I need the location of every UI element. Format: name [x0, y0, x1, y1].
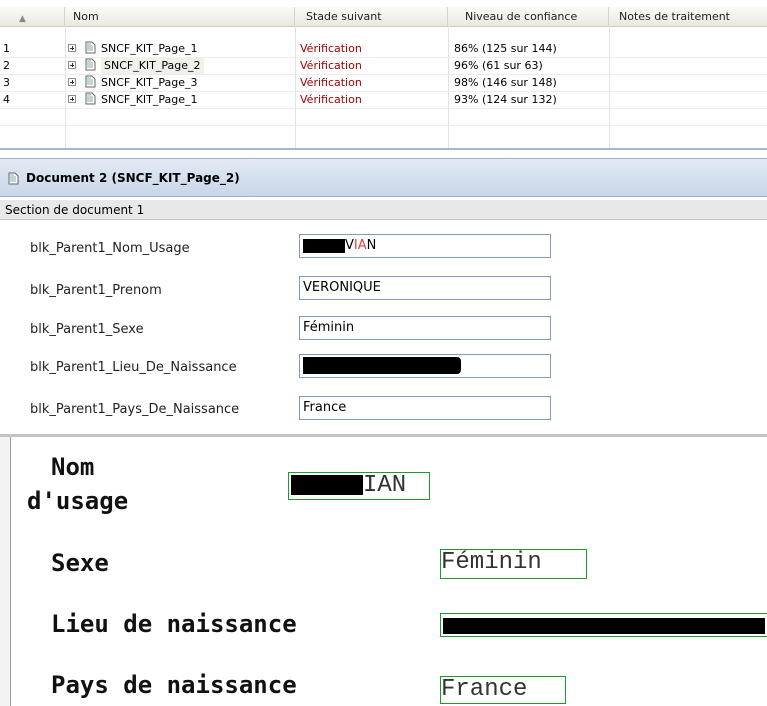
- section-header: Section de document 1: [0, 200, 767, 220]
- table-row: [0, 108, 767, 126]
- grid-header: ▲ Nom Stade suivant Niveau de confiance …: [0, 7, 767, 27]
- ocr-text: IAN: [363, 472, 407, 499]
- field-value-highlight: IA: [353, 238, 367, 253]
- expand-icon[interactable]: [68, 61, 76, 69]
- redaction-block: [443, 617, 765, 634]
- table-row[interactable]: 3 SNCF_KIT_Page_3 Vérification 98% (146 …: [0, 74, 767, 92]
- field-label: blk_Parent1_Nom_Usage: [30, 241, 190, 256]
- row-confidence: 93% (124 sur 132): [454, 93, 557, 106]
- row-name: SNCF_KIT_Page_3: [101, 76, 198, 89]
- row-stage: Vérification: [300, 93, 362, 106]
- scan-text-nom: Nom: [51, 453, 95, 481]
- row-number: 2: [3, 59, 10, 72]
- document-grid: ▲ Nom Stade suivant Niveau de confiance …: [0, 0, 767, 150]
- document-icon: [85, 41, 96, 54]
- row-number: 1: [3, 42, 10, 55]
- column-header-confidence[interactable]: Niveau de confiance: [448, 7, 609, 26]
- row-stage: Vérification: [300, 76, 362, 89]
- field-value-part: V: [345, 238, 354, 253]
- row-name: SNCF_KIT_Page_1: [101, 42, 198, 55]
- document-icon: [85, 75, 96, 88]
- table-row[interactable]: 2 SNCF_KIT_Page_2 Vérification 96% (61 s…: [0, 57, 767, 75]
- row-name: SNCF_KIT_Page_2: [101, 57, 204, 74]
- row-number: 3: [3, 76, 10, 89]
- scan-text-usage: d'usage: [27, 487, 129, 515]
- field-label: blk_Parent1_Sexe: [30, 322, 144, 337]
- ocr-box-nom[interactable]: IAN: [288, 472, 430, 500]
- document-image-preview[interactable]: Nom d'usage IAN Sexe Féminin Lieu de nai…: [10, 437, 767, 706]
- field-value-part: N: [366, 238, 377, 253]
- field-label: blk_Parent1_Prenom: [30, 283, 162, 298]
- sort-up-icon: ▲: [19, 14, 26, 24]
- column-header-next-stage[interactable]: Stade suivant: [295, 7, 448, 26]
- pays-naissance-input[interactable]: France: [299, 396, 551, 420]
- row-stage: Vérification: [300, 42, 362, 55]
- redaction-block: [303, 238, 345, 253]
- column-header-name[interactable]: Nom: [65, 7, 295, 26]
- row-name: SNCF_KIT_Page_1: [101, 93, 198, 106]
- row-confidence: 96% (61 sur 63): [454, 59, 543, 72]
- row-confidence: 86% (125 sur 144): [454, 42, 557, 55]
- ocr-box-sexe[interactable]: Féminin: [440, 549, 587, 579]
- scan-text-pays: Pays de naissance: [51, 671, 297, 699]
- sexe-input[interactable]: Féminin: [299, 316, 551, 340]
- redaction-block: [291, 474, 363, 495]
- table-row[interactable]: 1 SNCF_KIT_Page_1 Vérification 86% (125 …: [0, 40, 767, 58]
- expand-icon[interactable]: [68, 95, 76, 103]
- column-header-notes[interactable]: Notes de traitement: [609, 7, 767, 26]
- document-header: Document 2 (SNCF_KIT_Page_2): [0, 158, 767, 197]
- nom-usage-input[interactable]: VIAN: [299, 234, 551, 258]
- lieu-naissance-input[interactable]: [299, 354, 551, 378]
- scan-text-lieu: Lieu de naissance: [51, 610, 297, 638]
- document-icon: [85, 58, 96, 71]
- document-icon: [85, 92, 96, 105]
- document-title: Document 2 (SNCF_KIT_Page_2): [26, 171, 240, 185]
- fields-panel: blk_Parent1_Nom_Usage VIAN blk_Parent1_P…: [0, 220, 767, 434]
- field-label: blk_Parent1_Pays_De_Naissance: [30, 402, 240, 417]
- row-number: 4: [3, 93, 10, 106]
- redaction-block: [303, 357, 461, 374]
- ocr-box-lieu[interactable]: [440, 613, 767, 637]
- prenom-input[interactable]: VERONIQUE: [299, 276, 551, 300]
- table-row[interactable]: 4 SNCF_KIT_Page_1 Vérification 93% (124 …: [0, 91, 767, 109]
- sort-header[interactable]: ▲: [0, 7, 65, 26]
- expand-icon[interactable]: [68, 78, 76, 86]
- ocr-box-pays[interactable]: France: [440, 676, 566, 704]
- row-stage: Vérification: [300, 59, 362, 72]
- expand-icon[interactable]: [68, 44, 76, 52]
- row-confidence: 98% (146 sur 148): [454, 76, 557, 89]
- scan-text-sexe: Sexe: [51, 549, 109, 577]
- document-icon: [8, 172, 19, 185]
- field-label: blk_Parent1_Lieu_De_Naissance: [30, 360, 237, 375]
- section-title: Section de document 1: [5, 203, 145, 217]
